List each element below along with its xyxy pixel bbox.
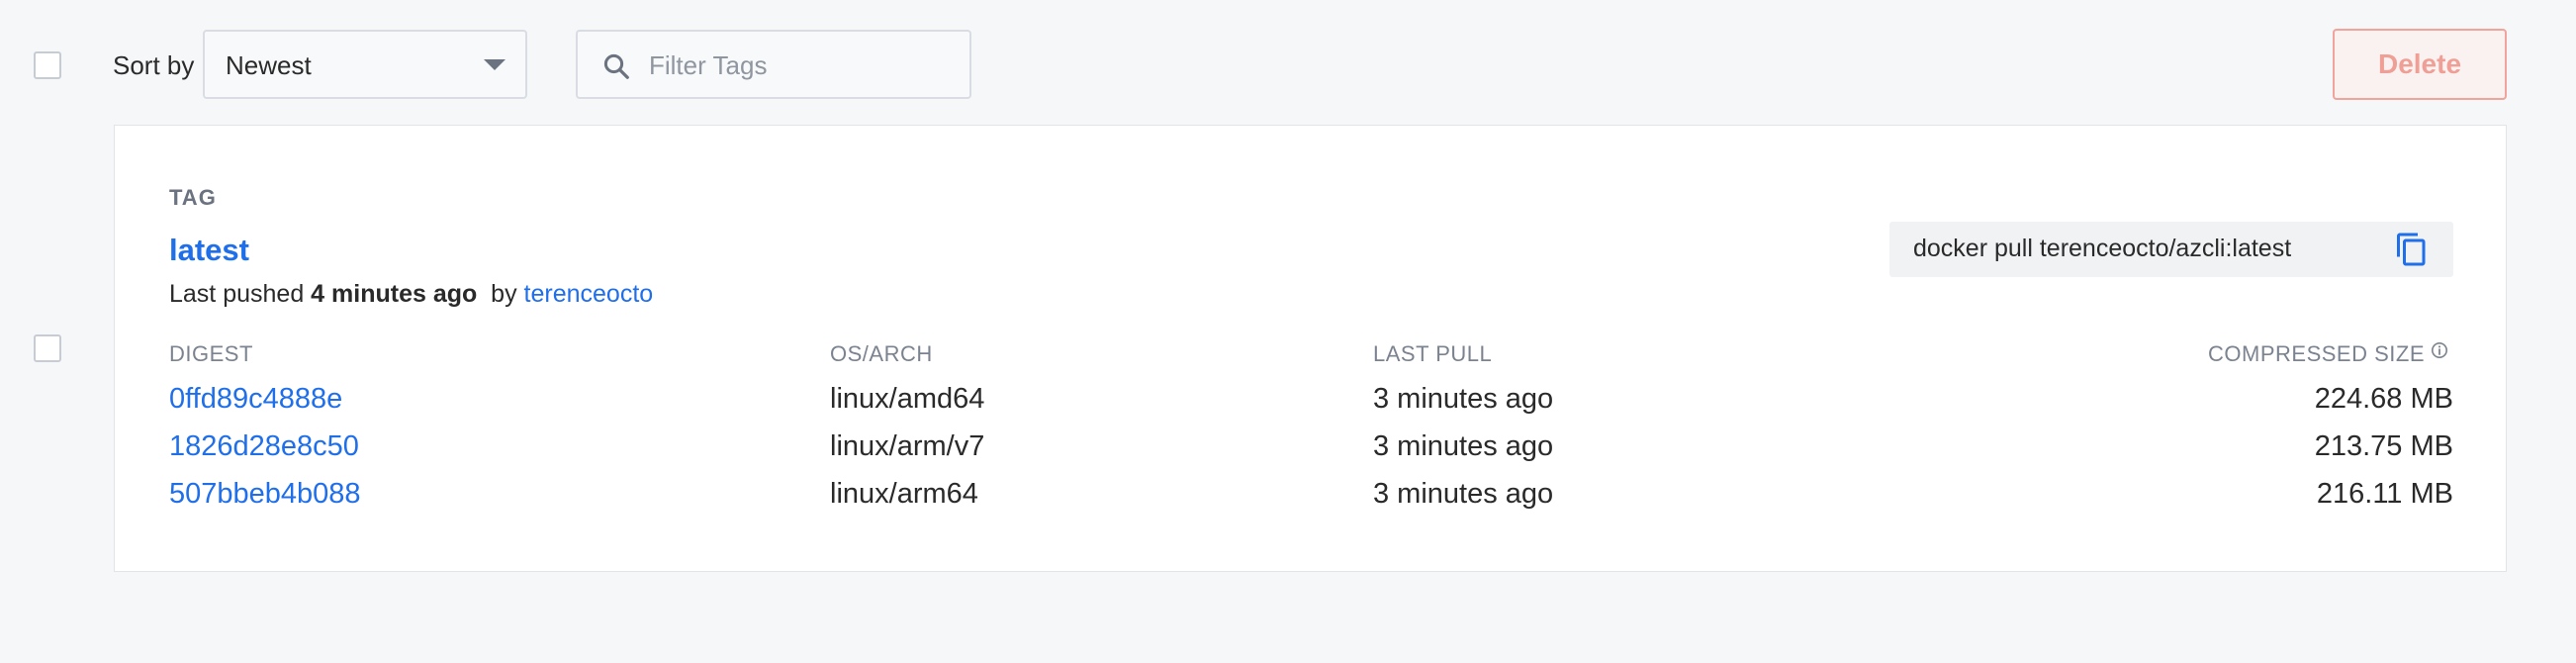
os-arch-value: linux/amd64 — [830, 383, 985, 415]
sort-select-value: Newest — [226, 50, 312, 80]
column-header-compressed-size-label: COMPRESSED SIZE — [2208, 341, 2425, 366]
last-pull-value: 3 minutes ago — [1373, 430, 1554, 462]
chevron-down-icon — [484, 59, 506, 70]
tag-header-label: TAG — [169, 185, 217, 210]
filter-tags-input[interactable] — [649, 46, 946, 85]
os-arch-value: linux/arm64 — [830, 478, 978, 510]
digest-link[interactable]: 0ffd89c4888e — [169, 383, 342, 416]
digest-link[interactable]: 507bbeb4b088 — [169, 478, 361, 511]
digest-row: 1826d28e8c50 linux/arm/v7 3 minutes ago … — [169, 430, 2453, 470]
filter-tags-field[interactable] — [576, 30, 971, 99]
select-all-checkbox[interactable] — [34, 51, 61, 79]
push-info-time: 4 minutes ago — [311, 280, 478, 308]
compressed-size-value: 213.75 MB — [2314, 430, 2453, 462]
compressed-size-value: 224.68 MB — [2314, 383, 2453, 415]
compressed-size-value: 216.11 MB — [2316, 478, 2453, 510]
info-icon[interactable] — [2431, 341, 2448, 359]
last-pull-value: 3 minutes ago — [1373, 478, 1554, 510]
os-arch-value: linux/arm/v7 — [830, 430, 985, 462]
column-header-last-pull: LAST PULL — [1373, 341, 1493, 366]
push-info-prefix: Last pushed — [169, 280, 305, 308]
push-info: Last pushed 4 minutes ago by terenceocto — [169, 280, 653, 309]
delete-button[interactable]: Delete — [2333, 29, 2507, 100]
sort-select[interactable]: Newest — [203, 30, 527, 99]
tag-name-link[interactable]: latest — [169, 233, 249, 268]
digest-row: 507bbeb4b088 linux/arm64 3 minutes ago 2… — [169, 478, 2453, 518]
copy-icon[interactable] — [2394, 232, 2430, 267]
digest-row: 0ffd89c4888e linux/amd64 3 minutes ago 2… — [169, 383, 2453, 423]
search-icon — [603, 53, 629, 79]
column-header-os-arch: OS/ARCH — [830, 341, 933, 366]
pushed-by-user-link[interactable]: terenceocto — [524, 280, 654, 308]
tag-card: TAG latest Last pushed 4 minutes ago by … — [114, 125, 2507, 572]
digest-link[interactable]: 1826d28e8c50 — [169, 430, 359, 463]
last-pull-value: 3 minutes ago — [1373, 383, 1554, 415]
column-header-compressed-size: COMPRESSED SIZE — [2208, 341, 2448, 367]
pull-command-box: docker pull terenceocto/azcli:latest — [1889, 222, 2453, 277]
sort-label: Sort by — [113, 50, 195, 80]
push-info-by: by — [491, 280, 517, 308]
pull-command: docker pull terenceocto/azcli:latest — [1913, 235, 2292, 262]
tag-row-checkbox[interactable] — [34, 334, 61, 362]
column-header-digest: DIGEST — [169, 341, 253, 366]
